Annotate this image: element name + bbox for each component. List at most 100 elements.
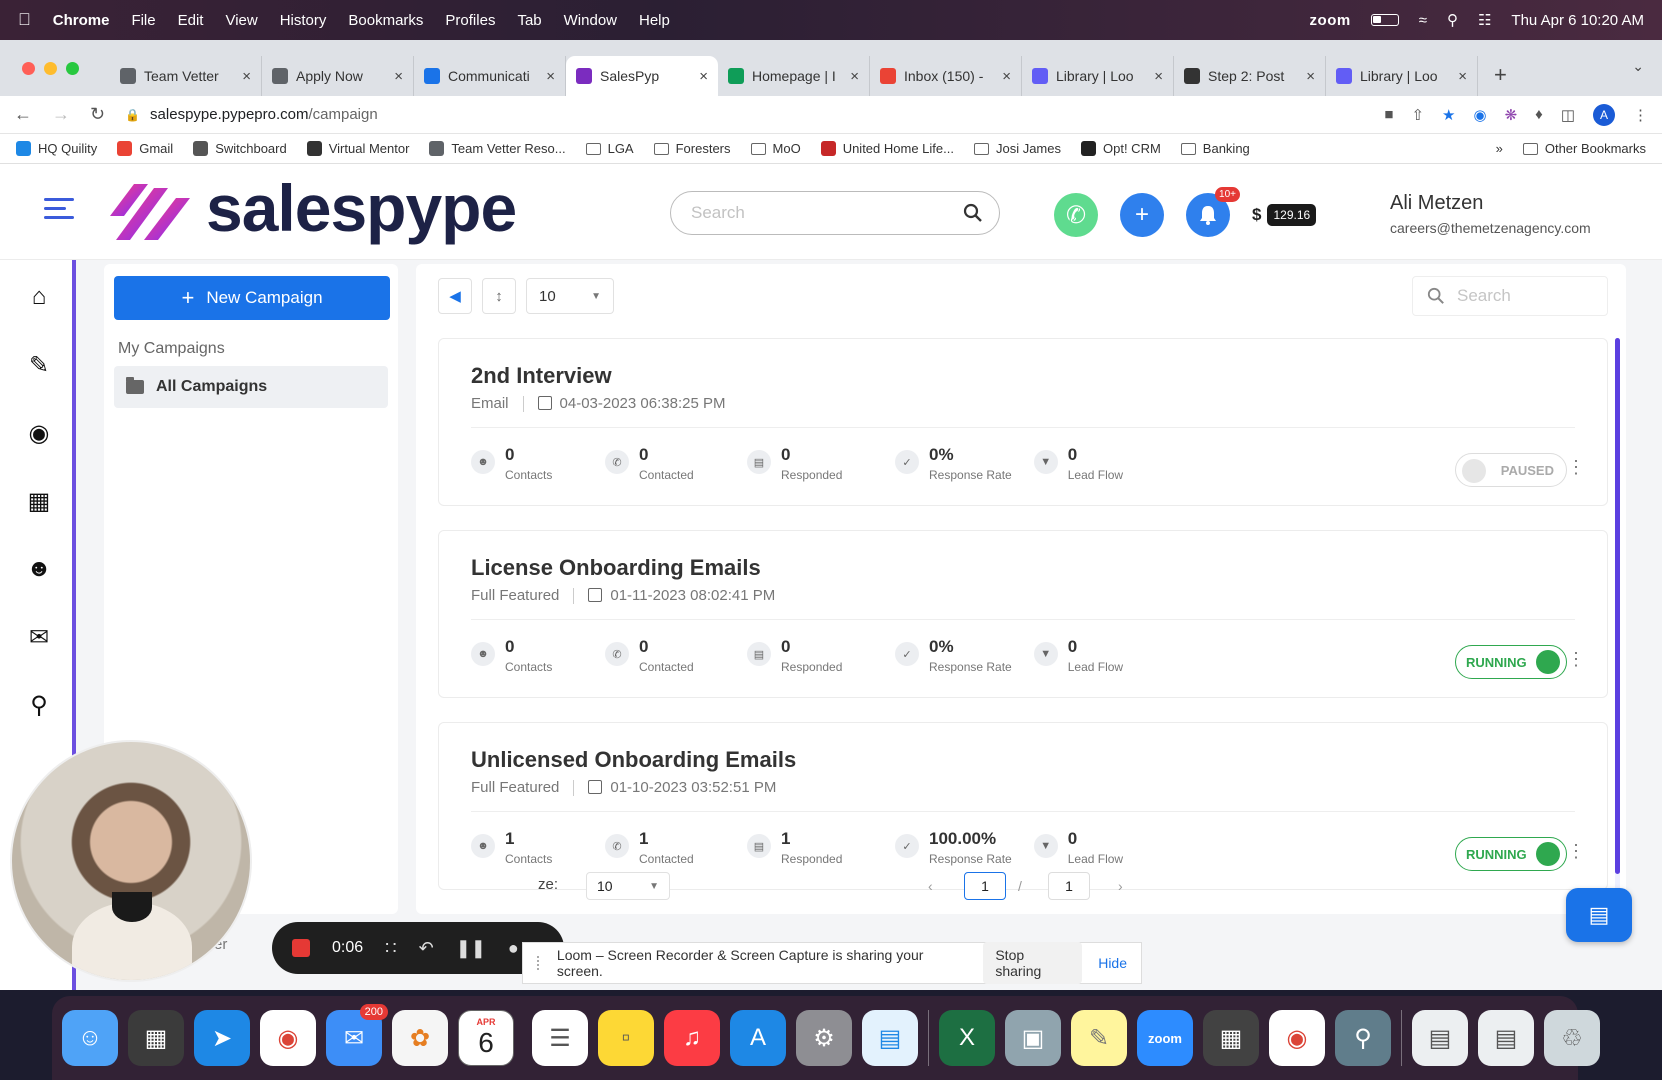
search-icon[interactable] xyxy=(963,203,983,223)
sort-button[interactable]: ↕ xyxy=(482,278,516,314)
more-vert-icon[interactable]: ⋮ xyxy=(1633,106,1648,124)
bookmark-item[interactable]: Team Vetter Reso... xyxy=(429,141,566,156)
reload-icon[interactable]: ↻ xyxy=(90,104,105,125)
browser-tab[interactable]: Library | Loo × xyxy=(1022,56,1174,96)
bookmark-item[interactable]: Banking xyxy=(1180,141,1250,156)
dock-calculator-icon[interactable]: ▦ xyxy=(1203,1010,1259,1066)
per-page-select[interactable]: 10 ▼ xyxy=(526,278,614,314)
menubar-clock[interactable]: Thu Apr 6 10:20 AM xyxy=(1511,12,1644,29)
address-bar[interactable]: 🔒 salespype.pypepro.com/campaign xyxy=(125,106,1364,123)
share-icon[interactable]: ⇧ xyxy=(1411,106,1424,124)
status-toggle[interactable]: PAUSED xyxy=(1455,453,1567,487)
chat-support-button[interactable]: ▤ xyxy=(1566,888,1632,942)
tab-close-icon[interactable]: × xyxy=(699,68,708,85)
collapse-sidebar-button[interactable]: ◀ xyxy=(438,278,472,314)
bookmark-item[interactable]: HQ Quility xyxy=(16,141,97,156)
tab-search-chevron-icon[interactable]: ⌄ xyxy=(1632,58,1644,75)
stop-recording-icon[interactable] xyxy=(292,939,310,957)
spotlight-icon[interactable]: ⚲ xyxy=(1447,11,1458,29)
campaign-card[interactable]: Unlicensed Onboarding Emails Full Feature… xyxy=(438,722,1608,890)
minimize-window-icon[interactable] xyxy=(44,62,57,75)
nav-contacts-icon[interactable]: ☻ xyxy=(22,552,56,586)
new-tab-icon[interactable]: + xyxy=(1494,62,1507,88)
bookmark-item[interactable]: MoO xyxy=(750,141,801,156)
apple-icon[interactable]:  xyxy=(18,10,31,30)
account-balance[interactable]: $ 129.16 xyxy=(1252,204,1317,226)
dock-quicktime-icon[interactable]: ⚲ xyxy=(1335,1010,1391,1066)
tab-close-icon[interactable]: × xyxy=(1002,68,1011,85)
scrollbar-thumb[interactable] xyxy=(1615,338,1620,874)
dock-settings-icon[interactable]: ⚙ xyxy=(796,1010,852,1066)
dock-safari-icon[interactable]: ➤ xyxy=(194,1010,250,1066)
nav-campaign-megaphone-icon[interactable]: ✉ xyxy=(22,620,56,654)
current-page-input[interactable]: 1 xyxy=(964,872,1006,900)
puzzle-icon[interactable]: ♦ xyxy=(1535,106,1543,123)
nav-calendar-icon[interactable]: ▦ xyxy=(22,484,56,518)
nav-messages-icon[interactable]: ✎ xyxy=(22,348,56,382)
menu-bookmarks[interactable]: Bookmarks xyxy=(348,12,423,29)
campaign-title[interactable]: Unlicensed Onboarding Emails xyxy=(471,747,796,773)
dock-calendar-icon[interactable]: APR 6 xyxy=(458,1010,514,1066)
user-profile[interactable]: Ali Metzen careers@themetzenagency.com xyxy=(1390,192,1591,236)
prev-page-icon[interactable]: ‹ xyxy=(928,878,933,894)
control-center-icon[interactable]: ☷ xyxy=(1478,11,1491,29)
dock-document-icon[interactable]: ▤ xyxy=(1412,1010,1468,1066)
browser-tab[interactable]: Step 2: Post × xyxy=(1174,56,1326,96)
bookmark-item[interactable]: United Home Life... xyxy=(820,141,954,156)
dock-downloads-icon[interactable]: ▤ xyxy=(1478,1010,1534,1066)
browser-tab[interactable]: Library | Loo × xyxy=(1326,56,1478,96)
menu-window[interactable]: Window xyxy=(564,12,617,29)
call-button[interactable]: ✆ xyxy=(1054,193,1098,237)
bookmark-item[interactable]: Josi James xyxy=(973,141,1061,156)
battery-icon[interactable] xyxy=(1370,14,1399,26)
page-size-select[interactable]: 10 ▼ xyxy=(586,872,670,900)
stop-sharing-button[interactable]: Stop sharing xyxy=(983,942,1083,984)
next-page-icon[interactable]: › xyxy=(1118,878,1123,894)
menu-history[interactable]: History xyxy=(280,12,327,29)
menu-edit[interactable]: Edit xyxy=(178,12,204,29)
status-toggle[interactable]: RUNNING xyxy=(1455,645,1567,679)
drag-handle-icon[interactable] xyxy=(537,956,541,970)
nav-search-icon[interactable]: ⚲ xyxy=(22,688,56,722)
pause-icon[interactable]: ❚❚ xyxy=(456,938,486,959)
menu-help[interactable]: Help xyxy=(639,12,670,29)
nav-home-icon[interactable]: ⌂ xyxy=(22,280,56,314)
nav-dollar-icon[interactable]: ◉ xyxy=(22,416,56,450)
dock-preview-icon[interactable]: ▤ xyxy=(862,1010,918,1066)
bookmark-item[interactable]: Gmail xyxy=(117,141,173,156)
dock-finder-icon[interactable]: ☺ xyxy=(62,1010,118,1066)
browser-tab[interactable]: Homepage | I × xyxy=(718,56,870,96)
dock-appstore-icon[interactable]: A xyxy=(730,1010,786,1066)
delete-icon[interactable]: ● xyxy=(508,938,519,959)
zoom-status-label[interactable]: zoom xyxy=(1310,12,1351,29)
dock-photos-icon[interactable]: ✿ xyxy=(392,1010,448,1066)
loom-extension-icon[interactable]: ❋ xyxy=(1505,106,1518,124)
menu-tab[interactable]: Tab xyxy=(517,12,541,29)
campaign-search-input[interactable] xyxy=(1457,286,1587,306)
dock-chrome-icon[interactable]: ◉ xyxy=(260,1010,316,1066)
dock-launchpad-icon[interactable]: ▦ xyxy=(128,1010,184,1066)
dock-stickies-icon[interactable]: ✎ xyxy=(1071,1010,1127,1066)
more-options-icon[interactable]: ⋮ xyxy=(1567,457,1585,478)
new-campaign-button[interactable]: + New Campaign xyxy=(114,276,390,320)
campaign-title[interactable]: 2nd Interview xyxy=(471,363,612,389)
forward-arrow-icon[interactable]: → xyxy=(52,104,70,125)
menu-view[interactable]: View xyxy=(225,12,257,29)
status-toggle[interactable]: RUNNING xyxy=(1455,837,1567,871)
menu-toggle-icon[interactable] xyxy=(44,198,74,225)
bookmark-item[interactable]: Opt! CRM xyxy=(1081,141,1161,156)
tab-close-icon[interactable]: × xyxy=(1306,68,1315,85)
dock-zoom-icon[interactable]: zoom xyxy=(1137,1010,1193,1066)
sidepanel-icon[interactable]: ◫ xyxy=(1561,106,1575,124)
camera-icon[interactable]: ■ xyxy=(1384,106,1393,123)
dock-trash-icon[interactable]: ♲ xyxy=(1544,1010,1600,1066)
hide-share-notice-link[interactable]: Hide xyxy=(1098,955,1127,971)
back-arrow-icon[interactable]: ← xyxy=(14,104,32,125)
bookmark-star-icon[interactable]: ★ xyxy=(1442,106,1455,124)
browser-tab[interactable]: SalesPyp × xyxy=(566,56,718,96)
campaign-title[interactable]: License Onboarding Emails xyxy=(471,555,761,581)
wifi-icon[interactable]: ≈ xyxy=(1419,12,1427,29)
maximize-window-icon[interactable] xyxy=(66,62,79,75)
dock-music-icon[interactable]: ♫ xyxy=(664,1010,720,1066)
menu-profiles[interactable]: Profiles xyxy=(445,12,495,29)
